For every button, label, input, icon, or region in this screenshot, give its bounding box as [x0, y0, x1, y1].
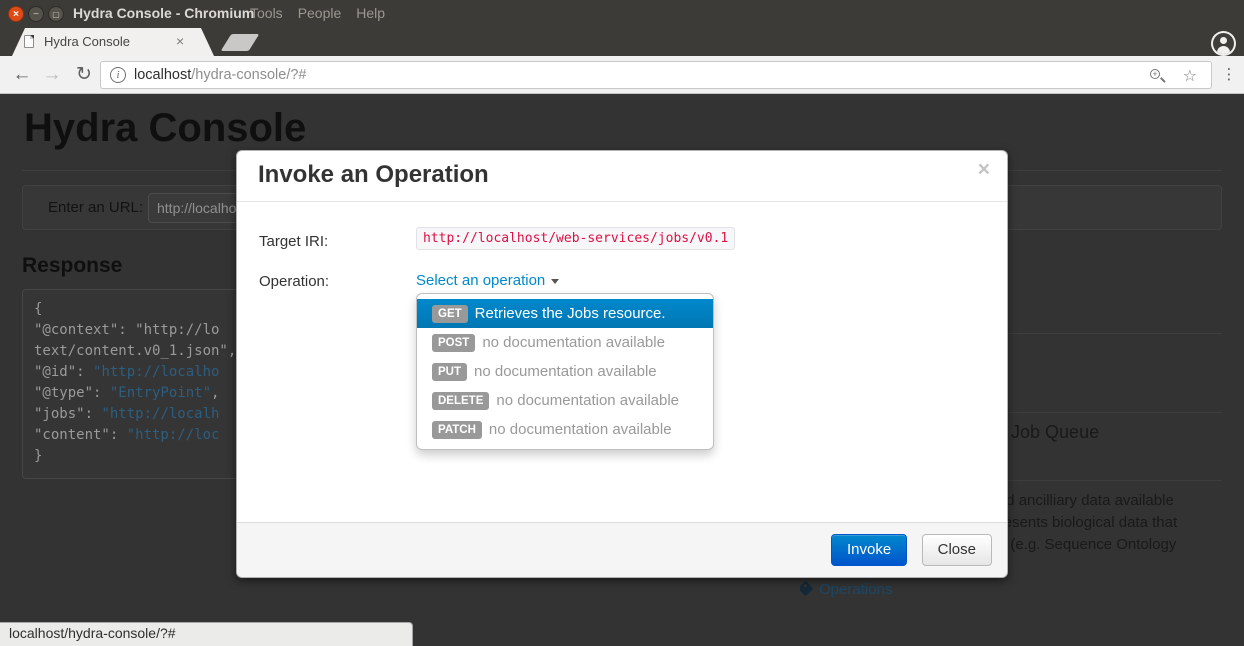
status-bar-text: localhost/hydra-console/?#	[9, 625, 176, 641]
tab-close-icon[interactable]: ×	[176, 33, 184, 49]
doc-paragraph: l and ancilliary data availableepresents…	[982, 490, 1177, 556]
json-link[interactable]: "http://localho	[93, 364, 219, 380]
operation-item-patch[interactable]: PATCH no documentation available	[417, 415, 713, 444]
url-form-label: Enter an URL:	[48, 199, 143, 216]
json-text: }	[34, 448, 42, 464]
operation-doc: no documentation available	[482, 334, 665, 351]
doc-line: lary (e.g. Sequence Ontology	[982, 534, 1177, 556]
back-button[interactable]: ←	[8, 62, 36, 88]
operation-select-label: Select an operation	[416, 272, 545, 289]
json-link[interactable]: "EntryPoint"	[110, 385, 211, 401]
tag-icon	[798, 581, 814, 597]
json-link[interactable]: "http://localh	[101, 406, 219, 422]
forward-button[interactable]: →	[38, 62, 66, 88]
method-badge: PUT	[432, 363, 467, 381]
bookmark-star-icon[interactable]: ☆	[1183, 66, 1197, 86]
url-host: localhost	[134, 67, 191, 83]
window-close-button[interactable]: ×	[8, 6, 24, 22]
json-link[interactable]: "http://loc	[127, 427, 220, 443]
doc-line: epresents biological data that	[982, 512, 1177, 534]
invoke-operation-modal: Invoke an Operation × Target IRI: http:/…	[236, 150, 1008, 578]
method-badge: GET	[432, 305, 468, 323]
json-text: text/content.v0_1.json",	[34, 343, 236, 359]
menu-item-help[interactable]: Help	[356, 5, 385, 21]
target-iri-value: http://localhost/web-services/jobs/v0.1	[416, 227, 735, 250]
operation-doc: no documentation available	[489, 421, 672, 438]
page-info-icon[interactable]: i	[110, 67, 126, 83]
operation-item-put[interactable]: PUT no documentation available	[417, 357, 713, 386]
operation-item-delete[interactable]: DELETE no documentation available	[417, 386, 713, 415]
doc-line: l and ancilliary data available	[982, 490, 1177, 512]
status-bubble: localhost/hydra-console/?#	[0, 622, 413, 646]
operation-select-toggle[interactable]: Select an operation	[416, 272, 559, 289]
operation-item-post[interactable]: POST no documentation available	[417, 328, 713, 357]
json-text: "@id":	[34, 364, 93, 380]
chevron-down-icon	[551, 279, 559, 284]
json-text: "jobs":	[34, 406, 101, 422]
page-favicon-icon	[24, 35, 34, 48]
operations-link-label: Operations	[819, 581, 892, 598]
operation-doc: no documentation available	[496, 392, 679, 409]
window-minimize-button[interactable]: −	[28, 6, 44, 22]
browser-toolbar: ← → ↻ i localhost/hydra-console/?# + ☆	[0, 56, 1244, 94]
method-badge: POST	[432, 334, 475, 352]
operation-doc: Retrieves the Jobs resource.	[475, 305, 666, 322]
url-text[interactable]: localhost/hydra-console/?#	[134, 67, 307, 83]
menu-item-tools[interactable]: Tools	[250, 5, 283, 21]
json-text: "@context": "http://lo	[34, 322, 219, 338]
page-title: Hydra Console	[24, 106, 306, 151]
modal-close-icon[interactable]: ×	[978, 159, 990, 180]
window-maximize-button[interactable]: ▢	[48, 6, 64, 22]
browser-menu-icon[interactable]: ⋮	[1221, 62, 1237, 88]
zoom-icon[interactable]: +	[1149, 68, 1165, 84]
screen: × − ▢ Tools People Help Hydra Console - Ch…	[0, 0, 1244, 646]
window-title: Hydra Console - Chromium	[73, 5, 254, 21]
method-badge: PATCH	[432, 421, 482, 439]
new-tab-button[interactable]	[221, 34, 260, 51]
method-badge: DELETE	[432, 392, 489, 410]
target-iri-label: Target IRI:	[259, 233, 328, 250]
url-path: /hydra-console/?#	[191, 67, 306, 83]
operation-item-get[interactable]: GET Retrieves the Jobs resource.	[417, 299, 713, 328]
json-text: ,	[211, 385, 219, 401]
operation-dropdown: GET Retrieves the Jobs resource.POST no do…	[416, 293, 714, 450]
reload-button[interactable]: ↻	[70, 62, 98, 88]
person-icon	[1213, 33, 1234, 54]
operation-label: Operation:	[259, 273, 329, 290]
modal-footer: Invoke Close	[237, 522, 1007, 577]
invoke-button[interactable]: Invoke	[831, 534, 907, 566]
window-titlebar: × − ▢ Tools People Help Hydra Console - Ch…	[0, 0, 1244, 28]
menu-item-people[interactable]: People	[298, 5, 342, 21]
tab-strip: Hydra Console ×	[0, 28, 1244, 56]
modal-header: Invoke an Operation ×	[237, 151, 1007, 202]
operation-doc: no documentation available	[474, 363, 657, 380]
address-bar[interactable]: i localhost/hydra-console/?# + ☆	[100, 61, 1212, 89]
global-menu: Tools People Help	[250, 5, 400, 23]
tab-title: Hydra Console	[44, 34, 130, 49]
close-button[interactable]: Close	[922, 534, 992, 566]
profile-avatar-button[interactable]	[1211, 31, 1236, 56]
response-heading: Response	[22, 254, 122, 278]
operations-link[interactable]: Operations	[800, 581, 892, 598]
json-text: "@type":	[34, 385, 110, 401]
json-text: "content":	[34, 427, 127, 443]
json-text: {	[34, 301, 42, 317]
modal-title: Invoke an Operation	[258, 161, 489, 189]
